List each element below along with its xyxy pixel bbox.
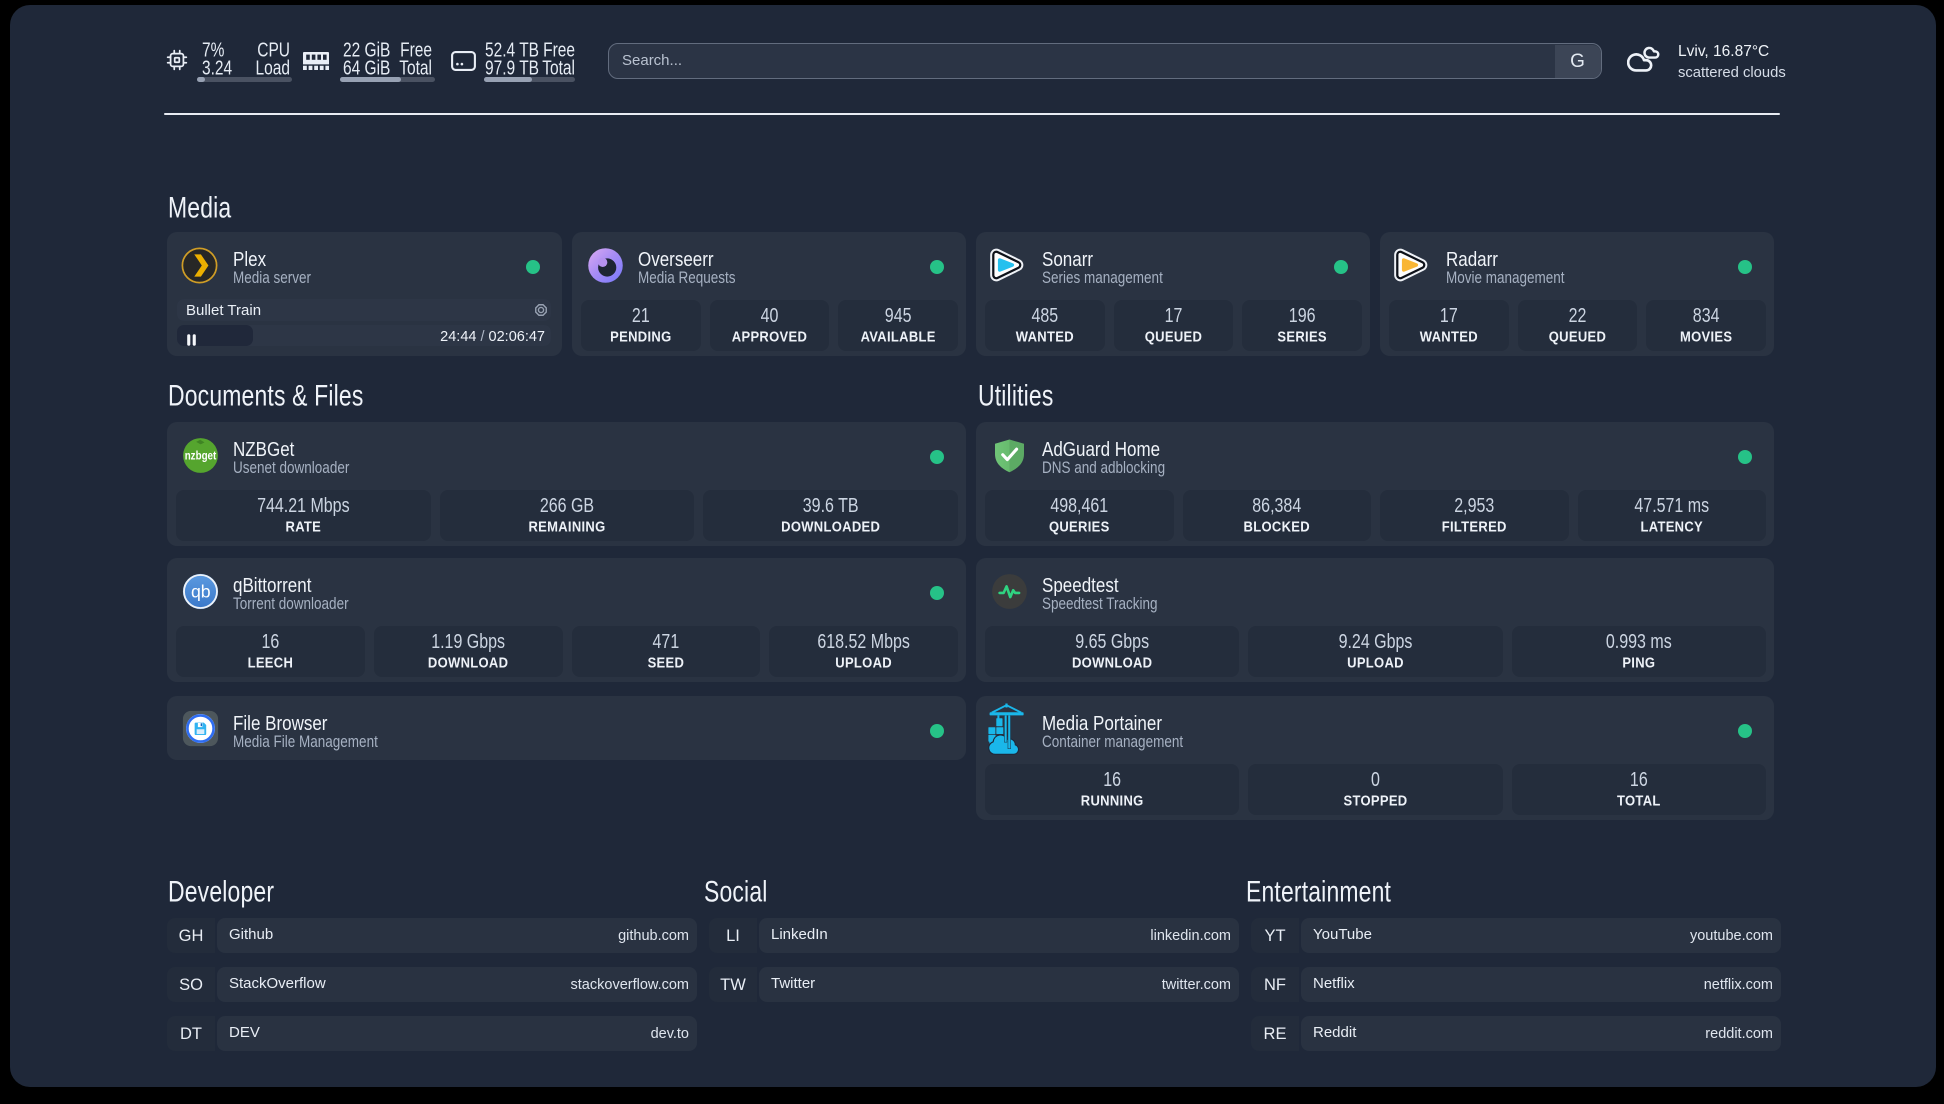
svg-text:nzbget: nzbget — [185, 450, 217, 463]
svg-text:qb: qb — [191, 582, 211, 602]
